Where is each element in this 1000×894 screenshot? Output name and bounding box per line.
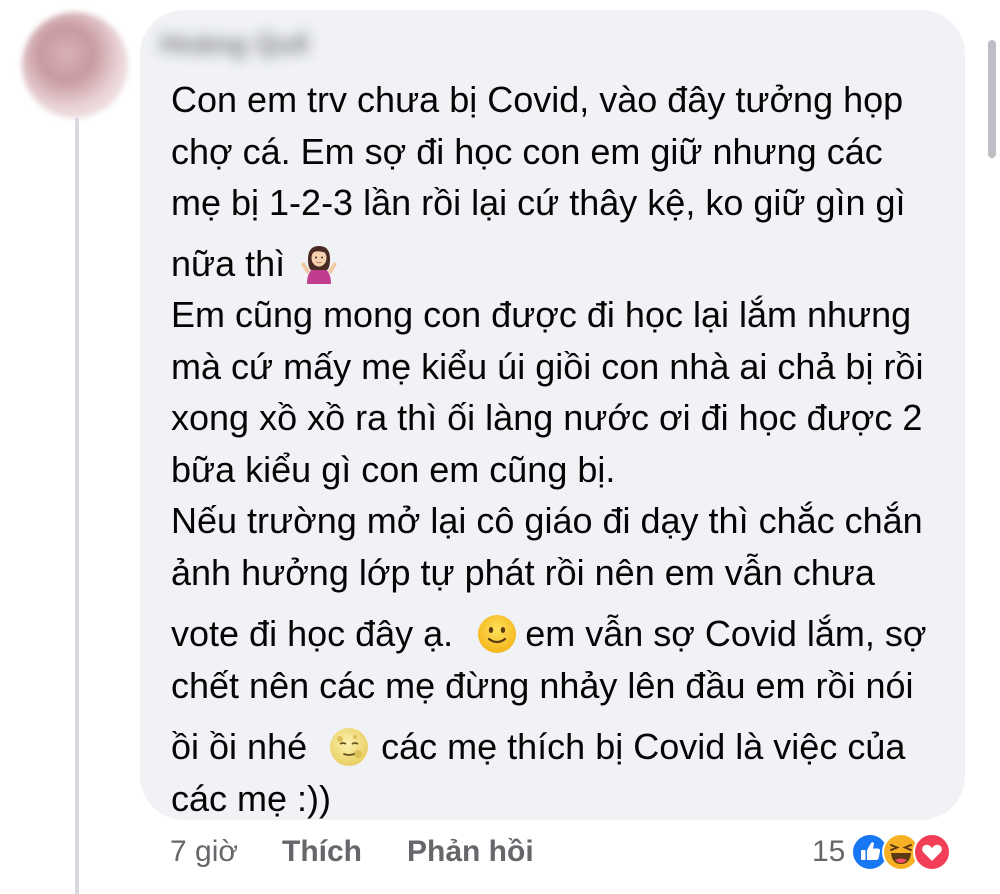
comment-line: ảnh hưởng lớp tự phát rồi nên em vẫn chư…	[171, 551, 875, 593]
slightly-smiling-face-emoji	[478, 615, 517, 653]
comment-timestamp[interactable]: 7 giờ	[170, 832, 238, 872]
comment-line: bữa kiểu gì con em cũng bị.	[171, 448, 616, 490]
comment-line: xong xồ xồ ra thì ối làng nước ơi đi học…	[171, 397, 923, 438]
comment-line-text: nữa thì	[171, 242, 286, 284]
comment-line-with-emoji: nữa thì	[171, 238, 956, 290]
comment-line: chết nên các mẹ đừng nhảy lên đầu em rồi…	[171, 664, 914, 706]
comment-line-text: vote đi học đây ạ.	[171, 613, 454, 654]
comment-line: Con em trv chưa bị Covid, vào đây tưởng …	[171, 79, 904, 120]
comment-line: mẹ bị 1-2-3 lần rồi lại cứ thây kệ, ko g…	[171, 182, 906, 223]
comment-line: mà cứ mấy mẹ kiểu úi giồi con nhà ai chả…	[171, 345, 924, 387]
comment-text: Con em trv chưa bị Covid, vào đây tưởng …	[171, 74, 956, 824]
comment-page: Hoàng Quế Con em trv chưa bị Covid, vào …	[0, 0, 1000, 894]
comment-line-text: em vẫn sợ Covid lắm, sợ	[525, 613, 927, 654]
scrollbar-thumb[interactable]	[988, 40, 996, 158]
comment-line-with-emoji: ồi ồi nhé các mẹ thích bị Covid là việc …	[171, 721, 956, 773]
full-moon-face-emoji	[330, 728, 369, 766]
comment-line-with-emoji: vote đi học đây ạ. em vẫn sợ Covid lắm, …	[171, 608, 956, 660]
comment-line-text: các mẹ thích bị Covid là việc của	[381, 726, 906, 767]
like-button[interactable]: Thích	[282, 832, 362, 872]
thread-line	[75, 118, 79, 894]
comment-line-text: ồi ồi nhé	[171, 726, 308, 767]
comment-line: Em cũng mong con được đi học lại lắm như…	[171, 294, 912, 335]
reaction-summary[interactable]: 15	[812, 830, 952, 874]
reaction-count: 15	[812, 835, 846, 868]
comment-line: chợ cá. Em sợ đi học con em giữ nhưng cá…	[171, 130, 883, 172]
woman-shrugging-emoji	[301, 245, 338, 284]
avatar[interactable]	[22, 12, 128, 118]
comment-line: Nếu trường mở lại cô giáo đi dạy thì chắ…	[171, 500, 923, 541]
reply-button[interactable]: Phản hồi	[407, 832, 534, 872]
comment-line: các mẹ :))	[171, 777, 332, 819]
author-name[interactable]: Hoàng Quế	[160, 26, 309, 62]
love-reaction-icon	[913, 833, 952, 871]
